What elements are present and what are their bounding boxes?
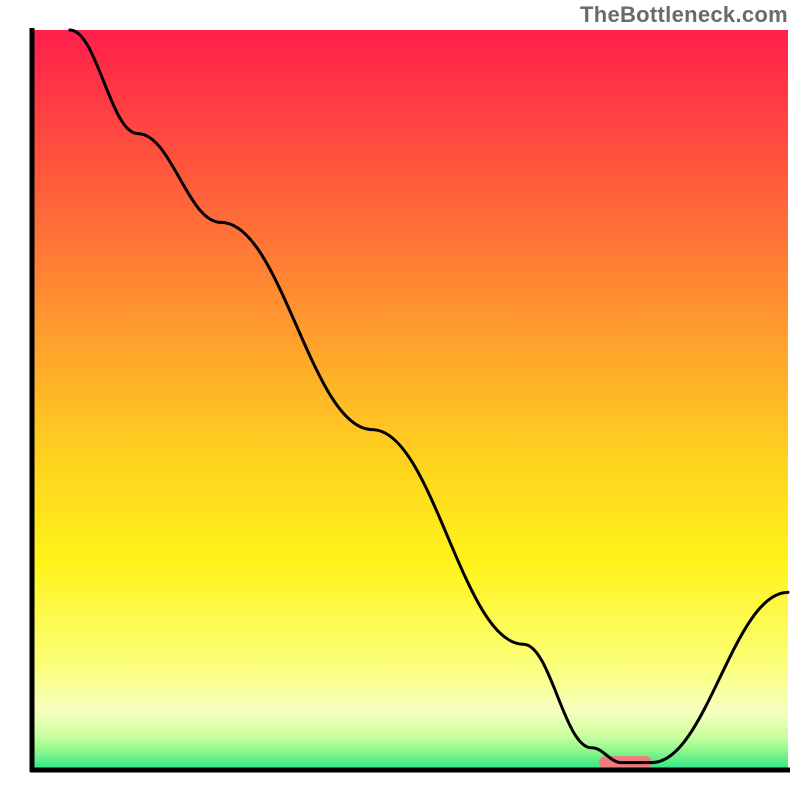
bottleneck-chart [0,0,800,800]
chart-container: TheBottleneck.com [0,0,800,800]
gradient-background [32,30,788,770]
